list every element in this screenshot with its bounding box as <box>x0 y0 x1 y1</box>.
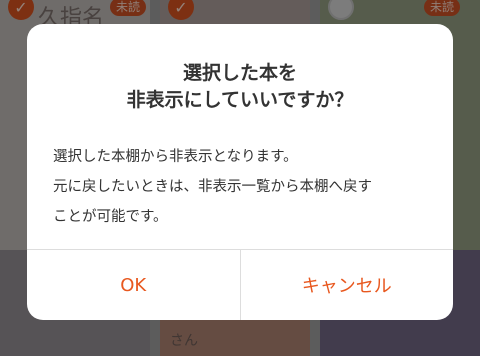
ok-button[interactable]: OK <box>27 250 240 320</box>
hide-confirm-dialog: 選択した本を 非表示にしていいですか？ 選択した本棚から非表示となります。 元に… <box>27 24 453 320</box>
dialog-actions: OK キャンセル <box>27 249 453 320</box>
dialog-message-line: 選択した本棚から非表示となります。 <box>53 149 298 165</box>
dialog-message-line: ことが可能です。 <box>53 209 168 225</box>
dialog-title-line: 選択した本を <box>182 62 297 84</box>
dialog-title: 選択した本を 非表示にしていいですか？ <box>27 60 453 114</box>
dialog-message: 選択した本棚から非表示となります。 元に戻したいときは、非表示一覧から本棚へ戻す… <box>53 142 431 232</box>
cancel-button[interactable]: キャンセル <box>239 250 454 320</box>
dialog-title-line: 非表示にしていいですか？ <box>126 89 354 111</box>
dialog-message-line: 元に戻したいときは、非表示一覧から本棚へ戻す <box>53 179 372 195</box>
